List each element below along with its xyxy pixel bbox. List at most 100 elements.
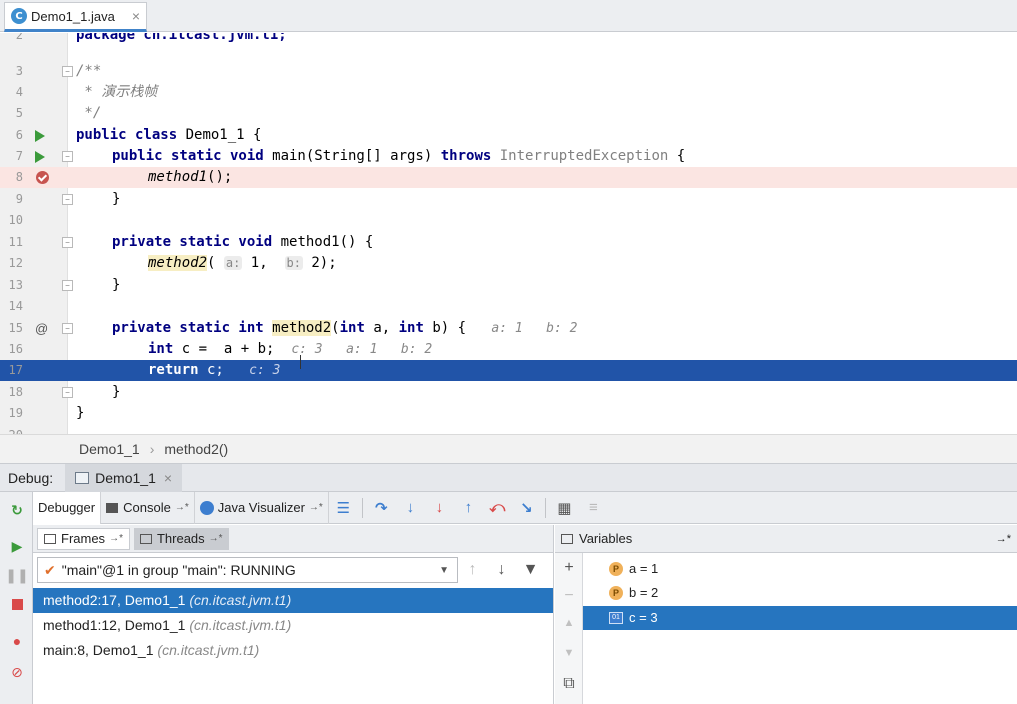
variable-value: c = 3 — [629, 610, 658, 625]
move-down-icon[interactable]: ▼ — [561, 647, 577, 659]
pin-icon[interactable]: →* — [996, 533, 1011, 545]
code-text: } — [112, 191, 121, 207]
inline-debug-values: c: 3 — [249, 363, 281, 378]
frame-package: (cn.itcast.jvm.t1) — [189, 617, 292, 633]
debug-session-tab[interactable]: Demo1_1 × — [65, 463, 183, 492]
step-over-icon[interactable]: ↷ — [367, 492, 396, 524]
code-text: private static void method1() { — [112, 232, 373, 253]
frames-icon — [44, 533, 56, 544]
debug-session-label: Demo1_1 — [95, 469, 156, 486]
code-text: /** — [76, 63, 102, 79]
tab-console[interactable]: Console →* — [101, 491, 195, 524]
variables-title: Variables — [579, 531, 633, 546]
code-token: 1, — [242, 255, 268, 271]
run-to-cursor-icon[interactable]: ↘ — [512, 492, 541, 524]
trace-current-stream-icon[interactable]: ≡ — [579, 492, 608, 524]
debug-tool-window-header: Debug: Demo1_1 × — [0, 463, 1017, 492]
pause-icon[interactable]: ❚❚ — [5, 567, 28, 583]
run-icon[interactable] — [35, 130, 45, 142]
evaluate-expression-icon[interactable]: ▦ — [550, 492, 579, 524]
previous-frame-icon[interactable]: ↑ — [458, 561, 487, 579]
view-breakpoints-icon[interactable]: ● — [9, 633, 25, 649]
thread-selector-dropdown[interactable]: ✔ "main"@1 in group "main": RUNNING ▼ — [37, 557, 458, 583]
line-number: 3 — [15, 64, 23, 78]
breakpoint-icon[interactable] — [36, 171, 49, 184]
close-icon[interactable]: × — [164, 470, 172, 486]
keyword: throws — [440, 148, 492, 164]
show-execution-point-icon[interactable]: ☰ — [329, 492, 358, 524]
code-token: c = a + b; — [173, 341, 275, 357]
stack-frame[interactable]: main:8, Demo1_1 (cn.itcast.jvm.t1) — [33, 638, 553, 663]
code-text: } — [76, 405, 85, 421]
code-line: 14 — [0, 296, 1017, 317]
code-editor[interactable]: 2 package cn.itcast.jvm.t1; 3 − /** 4 * … — [0, 33, 1017, 434]
run-icon[interactable] — [35, 151, 45, 163]
pin-icon[interactable]: →* — [109, 533, 123, 544]
force-step-into-icon[interactable]: ↓ — [425, 492, 454, 524]
remove-watch-icon[interactable]: − — [561, 587, 577, 605]
resume-icon[interactable]: ▶ — [9, 538, 25, 554]
file-tab-demo1-1[interactable]: C Demo1_1.java × — [4, 2, 147, 32]
drop-frame-icon[interactable]: ⤺ — [483, 492, 512, 524]
at-icon: @ — [35, 321, 49, 336]
debug-label: Debug: — [8, 469, 54, 486]
code-line: 10 — [0, 210, 1017, 231]
frame-package: (cn.itcast.jvm.t1) — [189, 592, 292, 608]
variables-panel: Variables →* + − ▲ ▼ ⧉ P a = 1 P b = 2 0… — [555, 525, 1017, 704]
variable-row[interactable]: P a = 1 — [583, 557, 1017, 581]
fold-icon[interactable]: − — [62, 280, 73, 291]
fold-icon[interactable]: − — [62, 151, 73, 162]
line-number: 9 — [15, 192, 23, 206]
filter-icon[interactable]: ▼ — [516, 561, 545, 579]
fold-icon[interactable]: − — [62, 237, 73, 248]
mute-breakpoints-icon[interactable]: ⊘ — [9, 664, 25, 680]
add-watch-icon[interactable]: + — [561, 559, 577, 577]
breadcrumb-method[interactable]: method2() — [164, 441, 228, 457]
code-text: } — [112, 384, 121, 400]
code-text: method1(); — [148, 167, 232, 188]
next-frame-icon[interactable]: ↓ — [487, 561, 516, 579]
code-token: a, — [364, 320, 399, 336]
line-number: 16 — [8, 342, 23, 356]
line-number: 17 — [8, 363, 23, 377]
tab-threads-label: Threads — [156, 531, 205, 546]
move-up-icon[interactable]: ▲ — [561, 617, 577, 629]
tab-frames[interactable]: Frames →* — [37, 527, 130, 550]
chevron-down-icon: ▼ — [439, 564, 449, 576]
code-line: 12 method2( a: 1, b: 2); — [0, 253, 1017, 274]
parameter-icon: P — [609, 586, 623, 600]
stack-frame[interactable]: method2:17, Demo1_1 (cn.itcast.jvm.t1) — [33, 588, 553, 613]
variable-row[interactable]: P b = 2 — [583, 581, 1017, 605]
breadcrumb: Demo1_1 › method2() — [0, 434, 1017, 464]
variable-value: a = 1 — [629, 561, 659, 576]
fold-icon[interactable]: − — [62, 323, 73, 334]
tab-frames-label: Frames — [61, 531, 106, 546]
stack-frame[interactable]: method1:12, Demo1_1 (cn.itcast.jvm.t1) — [33, 613, 553, 638]
tab-java-visualizer-label: Java Visualizer — [217, 500, 305, 515]
step-into-icon[interactable]: ↓ — [396, 492, 425, 524]
line-number: 14 — [8, 299, 23, 313]
rerun-icon[interactable]: ↻ — [9, 502, 25, 518]
code-line: 15 @ − private static int method2(int a,… — [0, 318, 1017, 339]
tab-java-visualizer[interactable]: Java Visualizer →* — [195, 491, 329, 524]
variable-row[interactable]: 01 c = 3 — [583, 606, 1017, 630]
tab-threads[interactable]: Threads →* — [133, 527, 229, 550]
fold-icon[interactable]: − — [62, 194, 73, 205]
code-token: ( — [207, 255, 216, 271]
step-out-icon[interactable]: ↑ — [454, 492, 483, 524]
tab-debugger[interactable]: Debugger — [33, 491, 102, 524]
pin-icon[interactable]: →* — [175, 502, 189, 513]
variables-icon — [561, 533, 573, 544]
fold-icon[interactable]: − — [62, 387, 73, 398]
line-number: 10 — [8, 213, 23, 227]
pin-icon[interactable]: →* — [309, 502, 323, 513]
frame-method: method1:12, Demo1_1 — [43, 617, 186, 633]
stop-icon[interactable] — [9, 596, 25, 612]
close-icon[interactable]: × — [132, 8, 140, 24]
copy-icon[interactable]: ⧉ — [561, 675, 577, 693]
fold-icon[interactable]: − — [62, 66, 73, 77]
pin-icon[interactable]: →* — [209, 533, 223, 544]
breadcrumb-class[interactable]: Demo1_1 — [79, 441, 140, 457]
method-name: method2 — [272, 320, 332, 336]
toolbar-separator — [361, 497, 363, 518]
